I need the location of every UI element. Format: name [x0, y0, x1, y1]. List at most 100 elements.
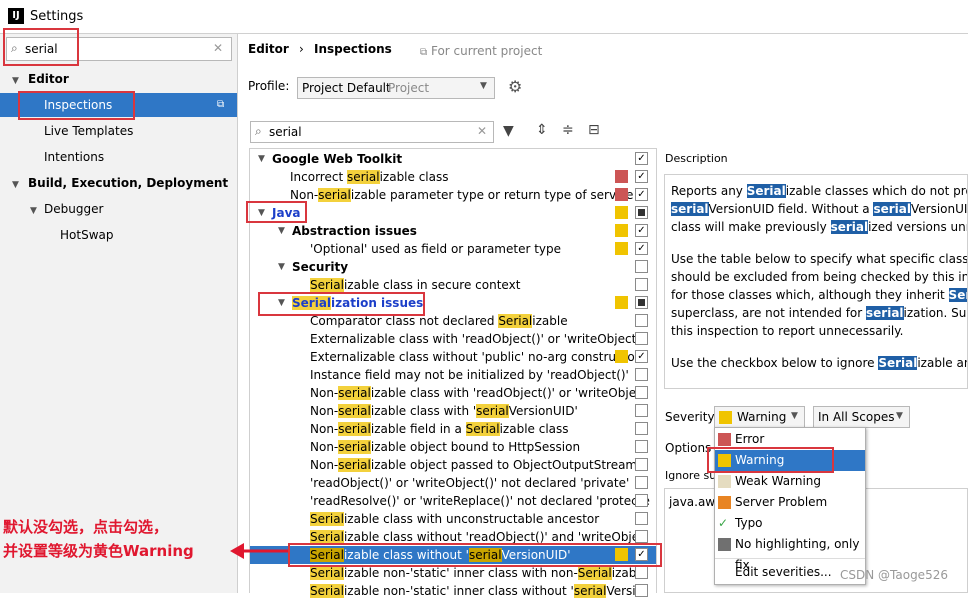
scope-dropdown[interactable]: In All Scopes ▼: [813, 406, 910, 428]
tree-editor[interactable]: ▼ Editor: [12, 67, 69, 91]
inspection-row[interactable]: 'Optional' used as field or parameter ty…: [250, 240, 654, 258]
row-text: izable class in secure context: [343, 278, 521, 292]
severity-menu-item[interactable]: Weak Warning: [715, 471, 865, 492]
enable-checkbox[interactable]: [635, 260, 648, 273]
tree-hotswap[interactable]: HotSwap: [60, 223, 113, 247]
row-text: izable object bound to HttpSession: [370, 440, 581, 454]
severity-menu-item[interactable]: ✓ Typo: [715, 513, 865, 534]
inspection-row[interactable]: 'readObject()' or 'writeObject()' not de…: [250, 474, 654, 492]
enable-checkbox[interactable]: ✓: [635, 350, 648, 363]
inspection-row[interactable]: Serializable non-'static' inner class wi…: [250, 582, 654, 600]
inspection-row[interactable]: Incorrect serializable class: [250, 168, 654, 186]
menu-separator: [715, 558, 865, 559]
menu-item-label: Error: [735, 432, 765, 446]
description-text: ization. Such cla: [903, 306, 967, 320]
enable-checkbox[interactable]: [635, 530, 648, 543]
inspection-row[interactable]: Non-serializable field in a Serializable…: [250, 420, 654, 438]
enable-checkbox[interactable]: [635, 422, 648, 435]
clear-search-icon[interactable]: ✕: [213, 41, 223, 55]
enable-checkbox[interactable]: [635, 314, 648, 327]
severity-menu-item[interactable]: Server Problem: [715, 492, 865, 513]
enable-checkbox[interactable]: [635, 440, 648, 453]
inspection-row[interactable]: Serializable class with unconstructable …: [250, 510, 654, 528]
inspection-row[interactable]: 'readResolve()' or 'writeReplace()' not …: [250, 492, 654, 510]
chevron-down-icon[interactable]: ▼: [278, 222, 285, 240]
row-label: 'readResolve()' or 'writeReplace()' not …: [310, 492, 650, 510]
row-text: izable class: [499, 422, 569, 436]
enable-checkbox[interactable]: [635, 206, 648, 219]
inspection-row[interactable]: Non-serializable object bound to HttpSes…: [250, 438, 654, 456]
filter-icon[interactable]: ▼: [503, 123, 514, 139]
tree-intentions[interactable]: Intentions: [44, 145, 104, 169]
description-line: Reports any Serializable classes which d…: [671, 182, 967, 200]
row-text: 'Optional' used as field or parameter ty…: [310, 242, 562, 256]
enable-checkbox[interactable]: [635, 494, 648, 507]
menu-item-label: Typo: [735, 516, 763, 530]
inspection-row[interactable]: Non-serializable class with 'readObject(…: [250, 384, 654, 402]
severity-dropdown[interactable]: Warning ▼: [714, 406, 805, 428]
enable-checkbox[interactable]: ✓: [635, 152, 648, 165]
row-text: izable class with unconstructable ancest…: [343, 512, 600, 526]
inspection-filter-input[interactable]: ⌕ serial ✕: [250, 121, 494, 143]
profile-scope: Project: [388, 81, 430, 95]
reset-icon[interactable]: ⊟: [588, 122, 600, 138]
clear-filter-icon[interactable]: ✕: [477, 124, 487, 138]
enable-checkbox[interactable]: [635, 512, 648, 525]
description-text: Use the table below to specify what spec…: [671, 252, 968, 266]
match-highlight: Serial: [746, 184, 786, 198]
enable-checkbox[interactable]: [635, 368, 648, 381]
inspection-row[interactable]: Non-serializable object passed to Object…: [250, 456, 654, 474]
enable-checkbox[interactable]: [635, 386, 648, 399]
chevron-down-icon[interactable]: ▼: [258, 150, 265, 168]
description-text: should be excluded from being checked by…: [671, 270, 967, 284]
profile-value: Project Default: [302, 81, 391, 95]
breadcrumb-editor[interactable]: Editor: [248, 42, 289, 56]
enable-checkbox[interactable]: [635, 476, 648, 489]
inspection-row[interactable]: Non-serializable class with 'serialVersi…: [250, 402, 654, 420]
chevron-down-icon[interactable]: ▼: [278, 258, 285, 276]
row-text: 'readObject()' or 'writeObject()' not de…: [310, 476, 630, 490]
enable-checkbox[interactable]: [635, 566, 648, 579]
enable-checkbox[interactable]: [635, 278, 648, 291]
enable-checkbox[interactable]: ✓: [635, 170, 648, 183]
enable-checkbox[interactable]: [635, 458, 648, 471]
profile-dropdown[interactable]: Project Default Project ▼: [297, 77, 495, 99]
inspection-row[interactable]: ▼ Java: [250, 204, 654, 222]
enable-checkbox[interactable]: [635, 332, 648, 345]
severity-menu-item[interactable]: No highlighting, only fix: [715, 534, 865, 572]
row-text: izable non-'static' inner class without …: [343, 584, 574, 598]
row-label: Security: [292, 258, 348, 276]
expand-all-icon[interactable]: ⇕: [536, 122, 548, 138]
chevron-down-icon: ▼: [480, 81, 487, 91]
enable-checkbox[interactable]: ✓: [635, 188, 648, 201]
match-highlight: serial: [318, 188, 351, 202]
inspection-row[interactable]: ▼ Google Web Toolkit: [250, 150, 654, 168]
inspection-row[interactable]: Non-serializable parameter type or retur…: [250, 186, 654, 204]
collapse-all-icon[interactable]: ≑: [562, 122, 574, 138]
scope-value: In All Scopes: [818, 410, 895, 424]
warning-swatch: [615, 296, 628, 309]
match-highlight: Serial: [310, 512, 344, 526]
search-icon: ⌕: [255, 124, 262, 138]
filter-value: serial: [269, 125, 302, 139]
tree-debugger[interactable]: ▼ Debugger: [30, 197, 103, 221]
enable-checkbox[interactable]: ✓: [635, 224, 648, 237]
inspection-row[interactable]: Externalizable class with 'readObject()'…: [250, 330, 654, 348]
inspection-row[interactable]: ▼ Abstraction issues: [250, 222, 654, 240]
inspection-row[interactable]: ▼ Security: [250, 258, 654, 276]
row-text: Externalizable class without 'public' no…: [310, 350, 640, 364]
inspection-row[interactable]: Instance field may not be initialized by…: [250, 366, 654, 384]
options-label: Options: [665, 441, 712, 455]
description-paragraph: Reports any Serializable classes which d…: [671, 182, 967, 236]
enable-checkbox[interactable]: [635, 584, 648, 597]
tree-live-templates[interactable]: Live Templates: [44, 119, 133, 143]
description-line: for those classes which, although they i…: [671, 286, 967, 304]
enable-checkbox[interactable]: ✓: [635, 242, 648, 255]
enable-checkbox[interactable]: [635, 296, 648, 309]
tree-build[interactable]: ▼ Build, Execution, Deployment: [12, 171, 228, 195]
inspection-row[interactable]: Externalizable class without 'public' no…: [250, 348, 654, 366]
row-label: Abstraction issues: [292, 222, 417, 240]
enable-checkbox[interactable]: [635, 404, 648, 417]
row-text: Non-: [290, 188, 319, 202]
gear-icon[interactable]: ⚙: [508, 77, 522, 96]
